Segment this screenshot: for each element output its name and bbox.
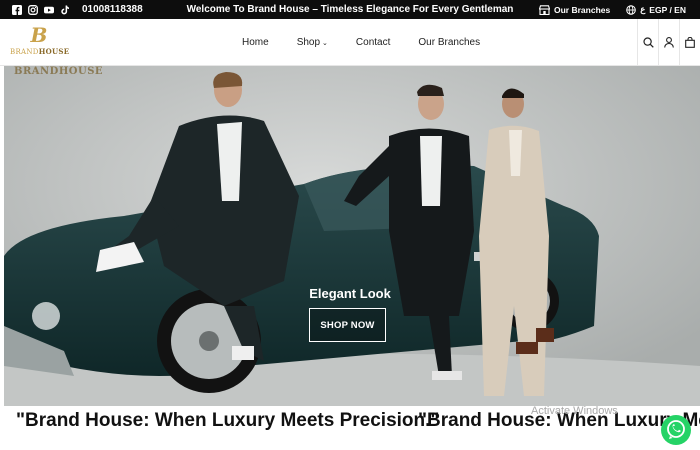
whatsapp-chat-button[interactable] xyxy=(661,415,691,445)
our-branches-label: Our Branches xyxy=(554,4,611,15)
brand-logo[interactable]: B BRANDHOUSE xyxy=(10,23,70,61)
main-nav: Home Shop ⌄ Contact Our Branches xyxy=(242,19,480,66)
nav-home[interactable]: Home xyxy=(242,37,269,48)
phone-number[interactable]: 01008118388 xyxy=(82,4,143,15)
search-button[interactable] xyxy=(637,19,658,66)
hero-brand-tag: BRANDHOUSE xyxy=(14,66,104,77)
cart-button[interactable] xyxy=(679,19,700,66)
social-links: 01008118388 xyxy=(12,0,143,19)
currency-language-label: EGP / EN xyxy=(649,4,686,15)
whatsapp-icon xyxy=(667,420,685,439)
currency-language-selector[interactable]: ع EGP / EN xyxy=(626,4,686,15)
instagram-icon[interactable] xyxy=(28,4,38,15)
our-branches-link[interactable]: Our Branches xyxy=(539,5,610,15)
bag-icon xyxy=(685,37,695,48)
tiktok-icon[interactable] xyxy=(60,5,70,15)
hero-title: Elegant Look xyxy=(309,286,391,301)
logo-word-brand: BRAND xyxy=(10,48,39,56)
hero-image xyxy=(4,66,700,406)
hero-banner[interactable]: BRANDHOUSE Elegant Look SHOP NOW xyxy=(4,66,700,406)
search-icon xyxy=(642,37,654,48)
youtube-icon[interactable] xyxy=(44,5,54,15)
marquee-text: "Brand House: When Luxury Meets Precisio… xyxy=(16,410,440,431)
language-arabic-label[interactable]: ع xyxy=(640,4,645,15)
globe-icon xyxy=(626,4,637,15)
account-button[interactable] xyxy=(658,19,679,66)
logo-wordmark: BRANDHOUSE xyxy=(10,47,70,56)
nav-our-branches[interactable]: Our Branches xyxy=(418,37,480,48)
logo-word-house: HOUSE xyxy=(38,47,70,56)
user-icon xyxy=(664,37,674,48)
store-icon xyxy=(539,4,550,15)
chevron-down-icon: ⌄ xyxy=(322,40,328,47)
header-actions xyxy=(637,19,700,66)
topbar-utilities: Our Branches ع EGP / EN xyxy=(539,0,686,19)
logo-monogram: B xyxy=(30,23,48,47)
nav-shop[interactable]: Shop ⌄ xyxy=(297,37,328,48)
site-header: B BRANDHOUSE Home Shop ⌄ Contact Our Bran… xyxy=(0,19,700,66)
nav-contact[interactable]: Contact xyxy=(356,37,390,48)
facebook-icon[interactable] xyxy=(12,4,22,15)
announcement-bar: 01008118388 Welcome To Brand House – Tim… xyxy=(0,0,700,19)
shop-now-button[interactable]: SHOP NOW xyxy=(309,308,386,342)
activate-windows-watermark: Activate Windows xyxy=(531,405,618,417)
nav-shop-label: Shop xyxy=(296,37,321,48)
